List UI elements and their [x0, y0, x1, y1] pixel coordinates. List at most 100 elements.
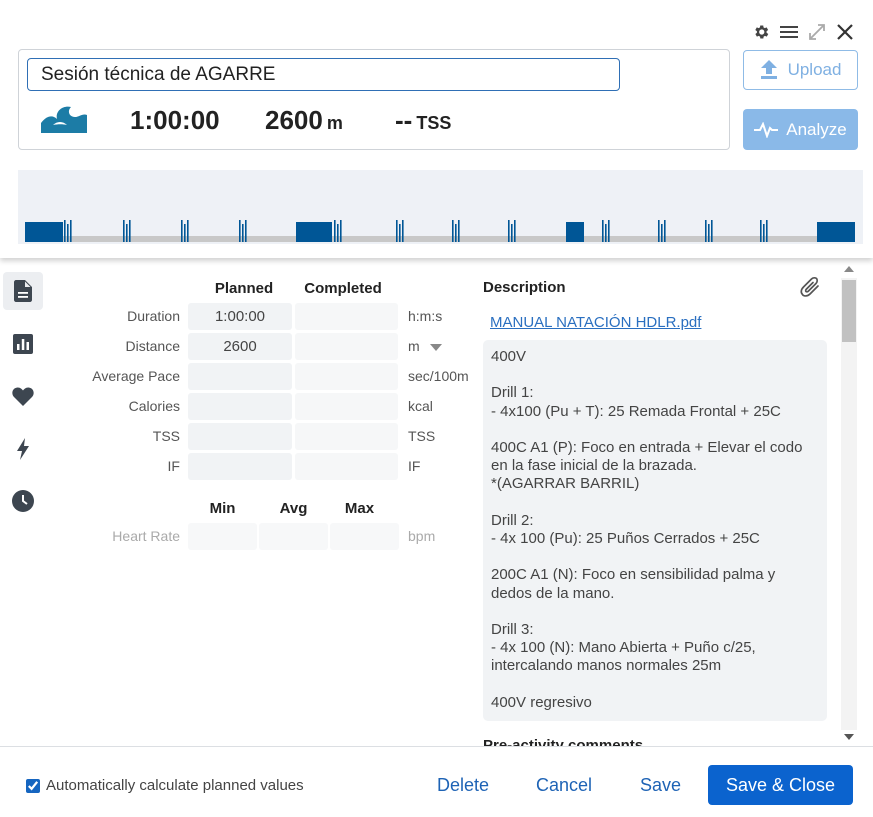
upload-label: Upload: [787, 60, 842, 79]
graph-drill-bar: [184, 224, 186, 242]
graph-drill-bar: [766, 220, 768, 242]
graph-drill-bar: [123, 220, 125, 242]
save-button[interactable]: Save: [640, 775, 681, 796]
document-icon: [14, 280, 32, 302]
graph-main-set-block: [296, 222, 332, 242]
graph-drill-bar: [455, 224, 457, 242]
completed-calories-input[interactable]: [295, 393, 398, 420]
save-close-button[interactable]: Save & Close: [708, 765, 853, 805]
completed-if-input[interactable]: [295, 453, 398, 480]
planned-distance-input[interactable]: [188, 333, 292, 360]
planned-tss-input[interactable]: [188, 423, 292, 450]
hr-min-input[interactable]: [188, 523, 257, 550]
menu-icon[interactable]: [779, 22, 799, 42]
analyze-button[interactable]: Analyze: [743, 109, 858, 150]
duration-metric: 1:00:00: [130, 105, 220, 136]
graph-baseline: [25, 236, 855, 242]
swim-wave-icon: [39, 103, 89, 138]
graph-drill-bar: [242, 224, 244, 242]
chevron-down-icon[interactable]: [429, 343, 442, 351]
workout-dialog: 1:00:00 2600m --TSS Upload Analyze: [0, 0, 873, 817]
workout-structure-graph[interactable]: [18, 170, 863, 244]
graph-drill-bar: [508, 220, 510, 242]
graph-drill-bar: [763, 224, 765, 242]
planned-pace-input[interactable]: [188, 363, 292, 390]
graph-drill-bar: [452, 220, 454, 242]
content-scrollbar[interactable]: [839, 262, 859, 746]
clock-icon: [12, 490, 34, 512]
hr-avg-input[interactable]: [259, 523, 328, 550]
nav-details[interactable]: [3, 272, 43, 310]
graph-drill-bar: [402, 220, 404, 242]
gear-icon[interactable]: [751, 22, 771, 42]
completed-header: Completed: [304, 280, 382, 297]
duration-value: 1:00:00: [130, 105, 220, 135]
duration-unit: h:m:s: [408, 308, 443, 324]
scroll-down-icon[interactable]: [844, 734, 854, 740]
distance-value: 2600: [265, 105, 323, 135]
save-close-label: Save & Close: [725, 774, 836, 795]
graph-drill-bar: [514, 220, 516, 242]
pre-activity-label: Pre-activity comments: [483, 737, 644, 746]
hr-avg-header: Avg: [279, 500, 308, 517]
graph-drill-bar: [711, 220, 713, 242]
graph-drill-bar: [399, 224, 401, 242]
graph-drill-bar: [608, 220, 610, 242]
scrollbar-thumb[interactable]: [842, 280, 856, 342]
graph-drill-bar: [334, 220, 336, 242]
graph-drill-bar: [70, 220, 72, 242]
pace-unit: sec/100m: [408, 368, 469, 384]
graph-drill-bar: [187, 220, 189, 242]
upload-button[interactable]: Upload: [743, 50, 858, 90]
calories-unit: kcal: [408, 398, 433, 414]
graph-main-set-block: [566, 222, 584, 242]
graph-drill-bar: [396, 220, 398, 242]
graph-drill-bar: [337, 224, 339, 242]
close-icon[interactable]: [835, 22, 855, 42]
expand-icon[interactable]: [807, 22, 827, 42]
graph-drill-bar: [458, 220, 460, 242]
attachment-link[interactable]: MANUAL NATACIÓN HDLR.pdf: [490, 314, 701, 331]
cancel-button[interactable]: Cancel: [536, 775, 592, 796]
delete-button[interactable]: Delete: [437, 775, 489, 796]
auto-calc-label: Automatically calculate planned values: [46, 777, 304, 794]
graph-drill-bar: [340, 220, 342, 242]
description-textarea[interactable]: 400V Drill 1: - 4x100 (Pu + T): 25 Remad…: [483, 340, 827, 721]
avg-pace-label: Average Pace: [92, 368, 180, 384]
graph-drill-bar: [664, 220, 666, 242]
graph-drill-bar: [181, 220, 183, 242]
nav-time[interactable]: [3, 482, 43, 520]
graph-drill-bar: [760, 220, 762, 242]
graph-drill-bar: [705, 220, 707, 242]
completed-tss-input[interactable]: [295, 423, 398, 450]
auto-calc-checkbox[interactable]: [26, 778, 40, 793]
graph-drill-bar: [661, 224, 663, 242]
workout-title-input[interactable]: [27, 58, 620, 91]
completed-pace-input[interactable]: [295, 363, 398, 390]
graph-drill-bar: [129, 220, 131, 242]
hr-max-input[interactable]: [330, 523, 399, 550]
hr-min-header: Min: [209, 500, 236, 517]
graph-drill-bar: [605, 224, 607, 242]
planned-if-input[interactable]: [188, 453, 292, 480]
workout-header: 1:00:00 2600m --TSS Upload Analyze: [0, 0, 873, 258]
scroll-up-icon[interactable]: [844, 266, 854, 272]
duration-label: Duration: [127, 308, 180, 324]
tss-unit: TSS: [416, 113, 452, 133]
tss-metric: -- TSS: [395, 105, 451, 136]
if-label: IF: [167, 458, 180, 474]
graph-drill-bar: [708, 224, 710, 242]
completed-duration-input[interactable]: [295, 303, 398, 330]
completed-distance-input[interactable]: [295, 333, 398, 360]
auto-calc-option[interactable]: Automatically calculate planned values: [26, 777, 304, 794]
planned-duration-input[interactable]: [188, 303, 292, 330]
analyze-label: Analyze: [786, 119, 847, 139]
distance-unit: m: [326, 113, 343, 133]
pulse-icon: [754, 121, 779, 138]
scrollbar-track[interactable]: [841, 278, 857, 730]
distance-unit-select[interactable]: m: [408, 338, 442, 354]
hr-unit: bpm: [408, 528, 436, 544]
planned-calories-input[interactable]: [188, 393, 292, 420]
attachment-icon[interactable]: [800, 276, 822, 303]
tss-label: TSS: [152, 428, 180, 444]
